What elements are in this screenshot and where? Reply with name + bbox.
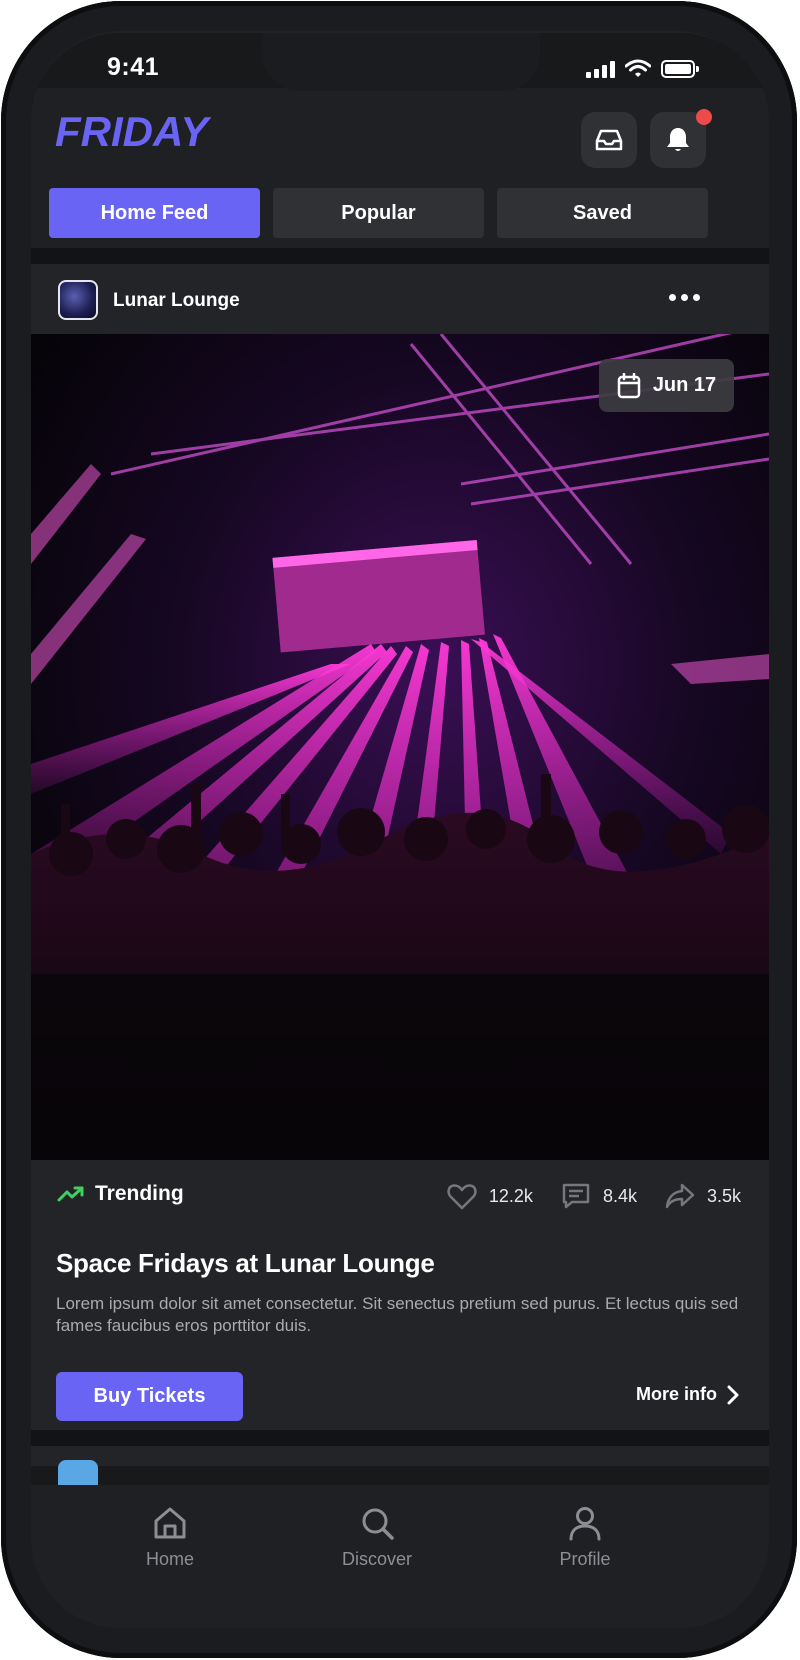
venue-avatar[interactable] (58, 280, 98, 320)
trending-label: Trending (95, 1182, 184, 1205)
like-count: 12.2k (488, 1185, 533, 1206)
heart-icon (447, 1183, 477, 1209)
app-screen: 9:41 FRIDAY Home Feed Popular Saved Luna… (31, 33, 769, 1628)
nav-discover[interactable]: Discover (317, 1505, 437, 1570)
feed-divider (31, 1430, 769, 1446)
battery-icon (661, 60, 699, 78)
event-date-chip: Jun 17 (599, 359, 734, 412)
post-body: Trending 12.2k 8.4k 3.5k Space Fridays a… (31, 1160, 769, 1430)
feed-divider (31, 248, 769, 264)
next-post-preview[interactable] (31, 1446, 769, 1500)
status-time: 9:41 (107, 53, 160, 81)
more-options-icon[interactable] (669, 294, 700, 301)
comment-count: 8.4k (602, 1185, 637, 1206)
feed-tabs: Home Feed Popular Saved (49, 188, 759, 238)
post-header: Lunar Lounge (31, 264, 769, 334)
comment-icon (562, 1183, 590, 1209)
share-count: 3.5k (706, 1185, 741, 1206)
inbox-icon (595, 129, 623, 151)
more-info-label: More info (636, 1384, 717, 1404)
nav-home-label: Home (145, 1549, 194, 1569)
device-notch (262, 33, 540, 91)
share-stat[interactable]: 3.5k (665, 1183, 741, 1209)
tab-popular[interactable]: Popular (273, 188, 484, 238)
signal-icon (586, 60, 615, 78)
app-logo: FRIDAY (55, 108, 209, 155)
nav-discover-label: Discover (341, 1549, 412, 1569)
calendar-icon (617, 372, 641, 398)
nav-home[interactable]: Home (110, 1505, 230, 1570)
status-icons (586, 58, 699, 80)
notifications-button[interactable] (650, 109, 712, 168)
event-description: Lorem ipsum dolor sit amet consectetur. … (56, 1294, 739, 1335)
concert-lights-image (31, 334, 769, 1160)
trending-badge: Trending (57, 1182, 184, 1206)
comment-stat[interactable]: 8.4k (561, 1182, 637, 1210)
buy-tickets-button[interactable]: Buy Tickets (56, 1372, 243, 1421)
bottom-navigation: Home Discover Profile (31, 1485, 769, 1628)
event-date: Jun 17 (652, 374, 717, 396)
home-icon (154, 1507, 186, 1539)
user-icon (569, 1507, 601, 1541)
share-icon (665, 1183, 695, 1209)
inbox-button[interactable] (581, 112, 637, 168)
post-author[interactable]: Lunar Lounge (113, 290, 240, 312)
event-title: Space Fridays at Lunar Lounge (56, 1248, 435, 1278)
notification-badge (696, 109, 712, 125)
search-icon (362, 1508, 394, 1540)
bell-icon (667, 128, 689, 151)
wifi-icon (625, 59, 651, 77)
tab-home-feed[interactable]: Home Feed (49, 188, 260, 238)
event-hero-image[interactable]: Jun 17 (31, 334, 769, 1160)
nav-profile-label: Profile (559, 1549, 611, 1569)
tab-saved[interactable]: Saved (497, 188, 708, 238)
more-info-link[interactable]: More info (636, 1384, 739, 1405)
like-stat[interactable]: 12.2k (447, 1183, 533, 1210)
trending-up-icon (57, 1186, 84, 1202)
nav-profile[interactable]: Profile (525, 1505, 645, 1570)
post-stats: 12.2k 8.4k 3.5k (447, 1182, 741, 1210)
chevron-right-icon (727, 1385, 739, 1404)
